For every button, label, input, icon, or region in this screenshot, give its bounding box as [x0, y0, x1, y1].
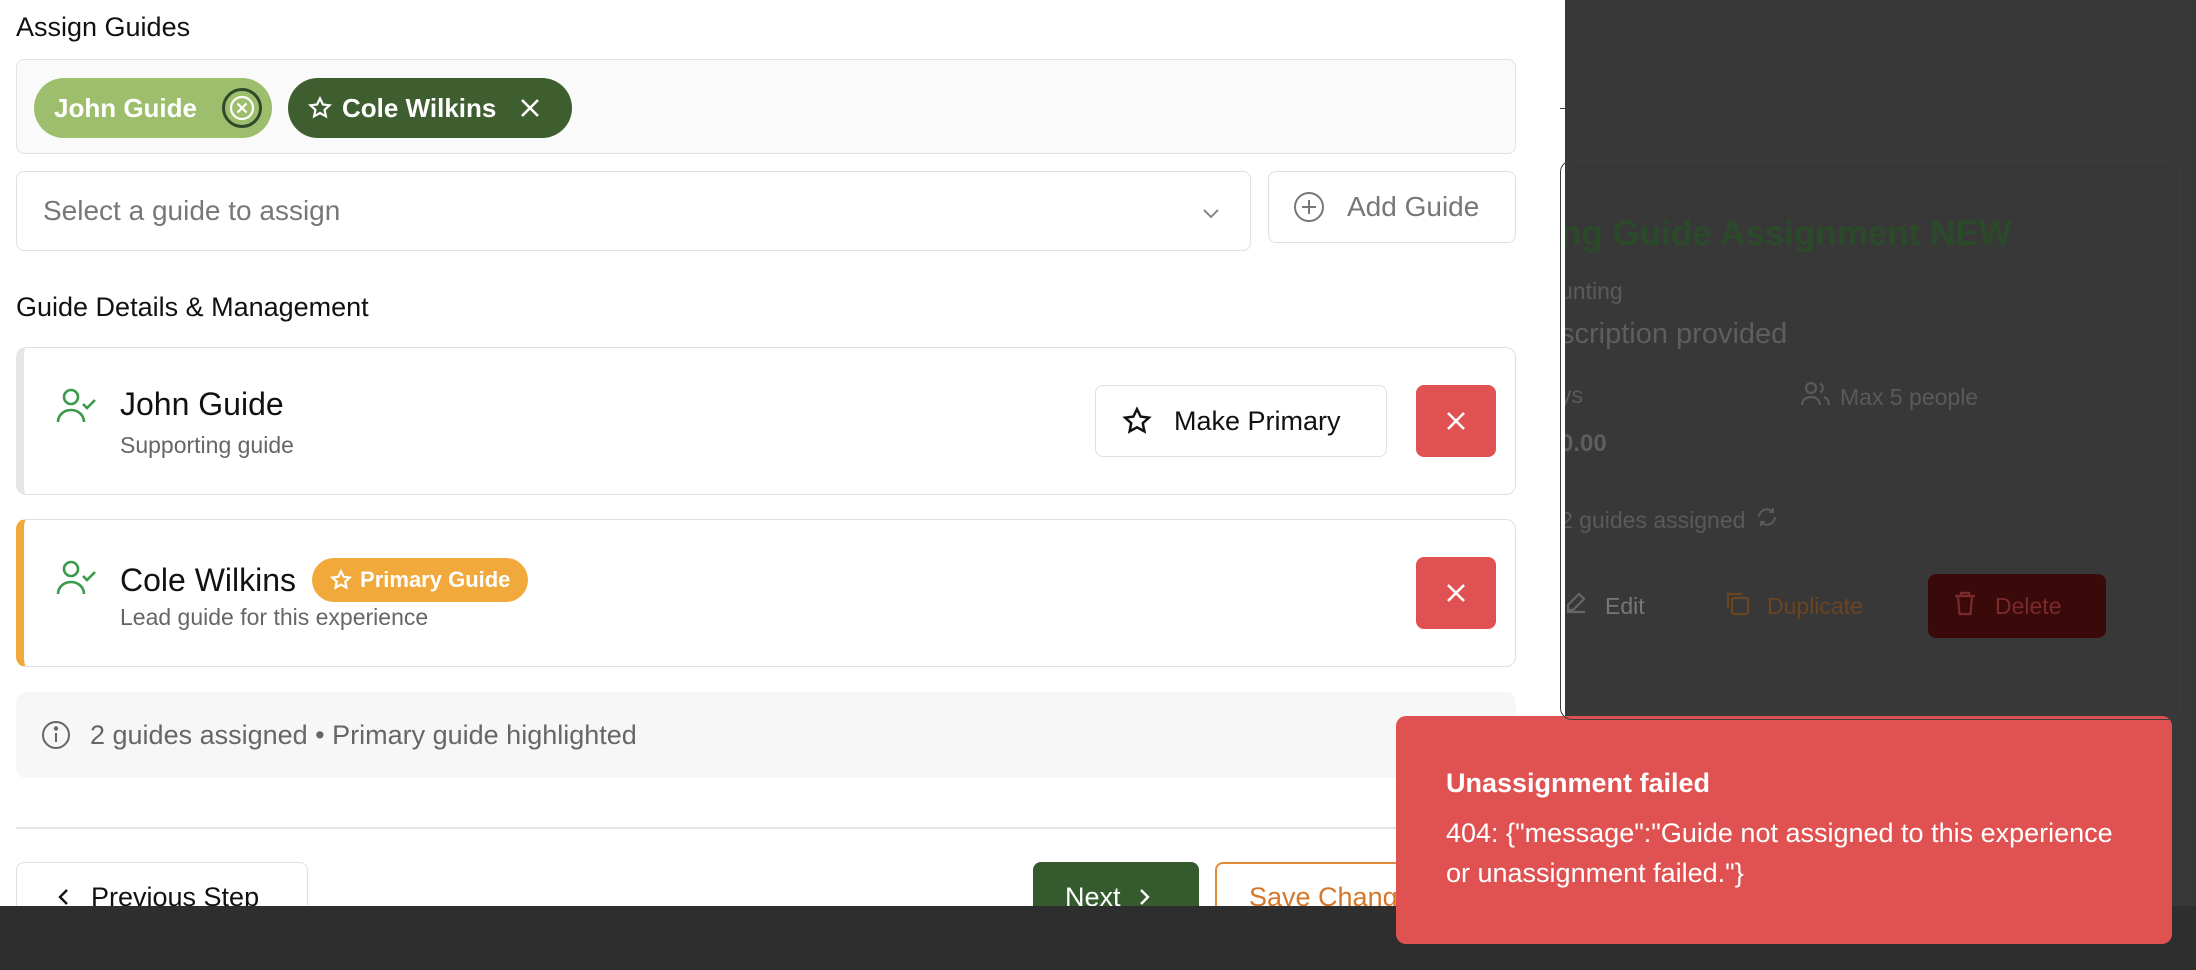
- assign-guides-heading: Assign Guides: [16, 12, 191, 42]
- chevron-left-icon: [53, 886, 75, 906]
- close-icon: [1444, 409, 1468, 433]
- plus-circle-icon: [1293, 191, 1325, 223]
- assign-guides-modal: Assign Guides John Guide Cole Wilkins Se…: [0, 0, 1565, 906]
- toast-message: 404: {"message":"Guide not assigned to t…: [1446, 818, 2113, 888]
- footer-divider: [16, 827, 1556, 829]
- guide-name: John Guide: [120, 386, 284, 422]
- guide-details-heading: Guide Details & Management: [16, 292, 369, 322]
- experience-card: [1560, 160, 2180, 720]
- guide-name: Cole Wilkins Primary Guide: [120, 558, 529, 602]
- guide-role: Supporting guide: [120, 432, 294, 458]
- close-icon: [1444, 581, 1468, 605]
- remove-guide-button[interactable]: [1416, 557, 1496, 629]
- guide-chip-john[interactable]: John Guide: [34, 78, 272, 138]
- guides-summary: 2 guides assigned • Primary guide highli…: [16, 692, 1516, 778]
- primary-guide-badge: Primary Guide: [312, 558, 529, 602]
- star-icon: [308, 96, 332, 120]
- info-icon: [40, 719, 72, 751]
- background-divider: [1560, 108, 2140, 109]
- chevron-right-icon: [1133, 886, 1155, 906]
- remove-chip-icon[interactable]: [222, 88, 262, 128]
- assigned-guides-chips: John Guide Cole Wilkins: [16, 59, 1516, 154]
- previous-step-button[interactable]: Previous Step: [16, 862, 308, 906]
- next-button[interactable]: Next: [1033, 862, 1199, 906]
- guide-role: Lead guide for this experience: [120, 604, 429, 630]
- guide-card-john: John Guide Supporting guide Make Primary: [16, 347, 1516, 495]
- toast-title: Unassignment failed: [1446, 768, 1711, 798]
- error-toast[interactable]: Unassignment failed 404: {"message":"Gui…: [1396, 716, 2172, 944]
- remove-guide-button[interactable]: [1416, 385, 1496, 457]
- user-check-icon: [56, 558, 96, 603]
- star-icon: [330, 569, 353, 591]
- guide-card-cole: Cole Wilkins Primary Guide Lead guide fo…: [16, 519, 1516, 667]
- guide-select[interactable]: Select a guide to assign: [16, 171, 1251, 251]
- user-check-icon: [56, 386, 96, 431]
- close-icon[interactable]: [518, 96, 542, 120]
- star-icon: [1122, 406, 1152, 436]
- make-primary-button[interactable]: Make Primary: [1095, 385, 1387, 457]
- guide-chip-cole[interactable]: Cole Wilkins: [288, 78, 572, 138]
- chevron-down-icon: [1198, 200, 1224, 233]
- add-guide-button[interactable]: Add Guide: [1268, 171, 1516, 243]
